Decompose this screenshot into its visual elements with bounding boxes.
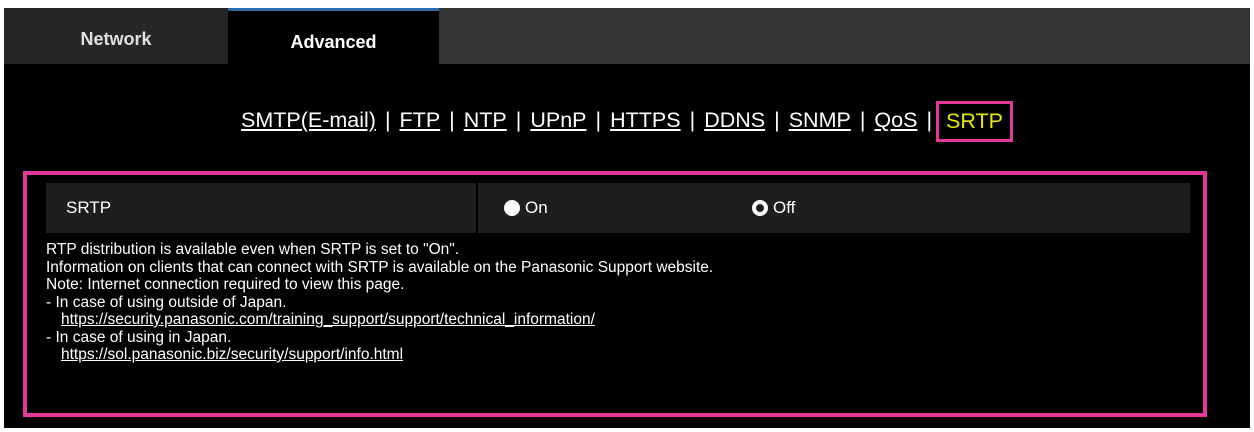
- subnav-link-smtp[interactable]: SMTP(E-mail): [241, 108, 376, 132]
- radio-checked-icon[interactable]: [752, 200, 768, 216]
- note-line: RTP distribution is available even when …: [46, 241, 460, 258]
- tab-network[interactable]: Network: [4, 8, 228, 64]
- subnav-link-ftp[interactable]: FTP: [400, 108, 441, 132]
- subnav-link-snmp[interactable]: SNMP: [789, 108, 851, 132]
- subnav-separator: |: [926, 108, 933, 132]
- subnav-separator: |: [595, 108, 602, 132]
- subnav-separator: |: [859, 108, 866, 132]
- srtp-off-label: Off: [773, 198, 796, 217]
- support-link-international[interactable]: https://security.panasonic.com/training_…: [61, 311, 595, 328]
- note-line: - In case of using outside of Japan.: [46, 293, 287, 311]
- srtp-settings-panel: SRTP On Off RTP distribution is availabl…: [23, 171, 1207, 417]
- subnav-separator: |: [774, 108, 780, 132]
- tab-advanced[interactable]: Advanced: [228, 8, 439, 64]
- tab-bar: Network Advanced: [4, 8, 1250, 64]
- subnav-separator: |: [689, 108, 696, 132]
- subnav-link-srtp-active[interactable]: SRTP: [936, 101, 1013, 142]
- subnav-separator: |: [449, 108, 455, 132]
- subnav-link-ddns[interactable]: DDNS: [704, 108, 765, 132]
- srtp-on-label: On: [525, 198, 548, 217]
- subnav-link-qos[interactable]: QoS: [874, 108, 917, 132]
- note-line: - In case of using in Japan.: [46, 328, 232, 346]
- srtp-off-radio[interactable]: Off: [752, 183, 795, 233]
- subnav-separator: |: [384, 108, 391, 132]
- srtp-notes: RTP distribution is available even when …: [46, 241, 713, 364]
- settings-frame: Network Advanced SMTP(E-mail) | FTP | NTP | UP…: [4, 8, 1250, 428]
- srtp-label: SRTP: [46, 183, 478, 233]
- note-line: Information on clients that can connect …: [46, 258, 714, 276]
- subnav-link-ntp[interactable]: NTP: [464, 108, 507, 132]
- subnav-link-https[interactable]: HTTPS: [610, 108, 680, 132]
- advanced-subnav: SMTP(E-mail) | FTP | NTP | UPnP | HTTPS | DDNS | SNM…: [4, 100, 1250, 142]
- subnav-link-upnp[interactable]: UPnP: [530, 108, 586, 132]
- srtp-on-radio[interactable]: On: [504, 183, 548, 233]
- srtp-setting-row: SRTP On Off: [46, 183, 1190, 233]
- subnav-separator: |: [515, 108, 522, 132]
- note-line: Note: Internet connection required to vi…: [46, 276, 405, 293]
- radio-unchecked-icon[interactable]: [504, 200, 520, 216]
- support-link-japan[interactable]: https://sol.panasonic.biz/security/suppo…: [61, 346, 403, 363]
